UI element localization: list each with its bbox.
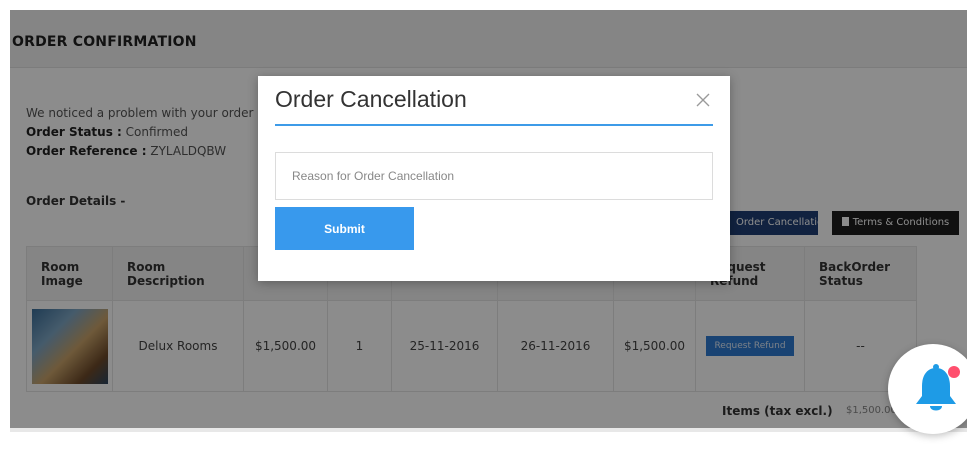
modal-title-divider xyxy=(275,124,713,126)
bottom-shadow xyxy=(10,428,967,432)
bottom-strip xyxy=(0,428,967,451)
order-cancellation-modal: Order Cancellation Submit xyxy=(258,76,730,281)
close-icon[interactable] xyxy=(695,92,711,108)
modal-title: Order Cancellation xyxy=(275,86,467,112)
submit-button[interactable]: Submit xyxy=(275,207,414,250)
cancellation-reason-input[interactable] xyxy=(275,152,713,200)
bell-icon xyxy=(916,364,960,411)
